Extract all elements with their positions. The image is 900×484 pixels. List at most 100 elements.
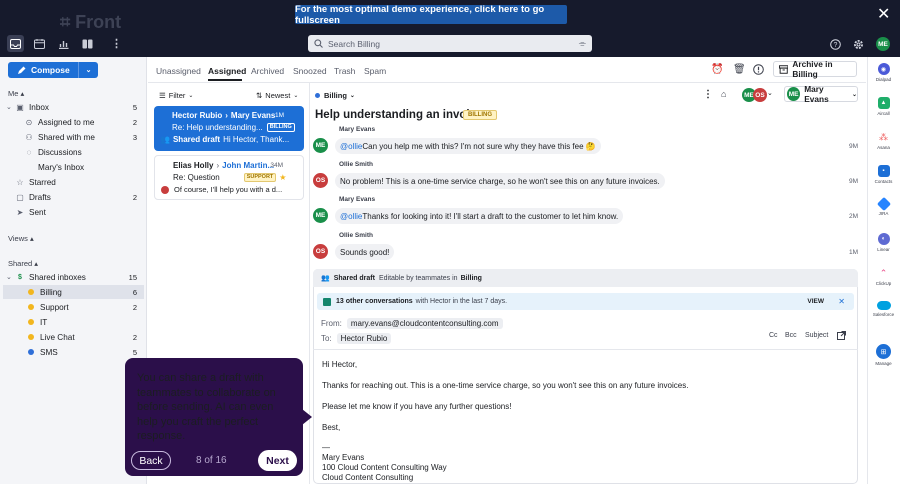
sidebar-item-drafts[interactable]: ▢ Drafts 2 — [15, 190, 147, 204]
recipient-chip[interactable]: Hector Rubio — [336, 333, 392, 344]
bcc-button[interactable]: Bcc — [785, 332, 797, 339]
conversation-card[interactable]: Elias Holly › John Martin... 34M Re: Quest… — [154, 155, 304, 200]
compose-dropdown-chevron-icon[interactable]: ⌄ — [78, 62, 98, 78]
sidebar-item-label: Assigned to me — [38, 117, 95, 127]
inbox-app-icon[interactable] — [7, 35, 24, 52]
draft-body-line[interactable]: Cloud Content Consulting — [322, 473, 413, 482]
tab-spam[interactable]: Spam — [364, 66, 386, 76]
sidebar-item-shared-with-me[interactable]: ⚇ Shared with me 3 — [24, 130, 147, 144]
tab-trash[interactable]: Trash — [334, 66, 355, 76]
snooze-clock-icon[interactable]: ⏰ — [711, 64, 723, 75]
tab-assigned[interactable]: Assigned — [208, 66, 246, 76]
participant-avatar-os[interactable]: OS — [753, 88, 767, 102]
tab-snoozed[interactable]: Snoozed — [293, 66, 327, 76]
integration-label: Linear — [877, 247, 890, 252]
draft-body-line[interactable]: Hi Hector, — [322, 360, 357, 369]
integration-contacts[interactable]: ▪ Contacts — [867, 165, 900, 184]
sidebar-inbox-support[interactable]: Support 2 — [28, 300, 147, 314]
draft-body-line[interactable]: Best, — [322, 423, 340, 432]
from-field[interactable]: From: mary.evans@cloudcontentconsulting.c… — [321, 318, 503, 329]
integration-clickup[interactable]: ⌃ ClickUp — [867, 267, 900, 286]
knowledge-base-icon[interactable] — [79, 35, 96, 52]
filter-dropdown[interactable]: ☰ Filter ⌄ — [159, 91, 193, 100]
sidebar-item-inbox[interactable]: ⌄ ▣ Inbox 5 — [6, 100, 147, 114]
me-section-header[interactable]: Me ▴ — [8, 89, 24, 98]
card-tag-badge: SUPPORT — [243, 173, 277, 182]
integration-label: Manage — [875, 361, 892, 366]
draft-body-line[interactable]: 100 Cloud Content Consulting Way — [322, 463, 447, 472]
draft-body-line[interactable]: Please let me know if you have any furth… — [322, 402, 511, 411]
sidebar-item-label: Drafts — [29, 192, 51, 202]
card-preview: Of course, I'll help you with a d... — [161, 185, 282, 194]
draft-body-line[interactable]: Thanks for reaching out. This is a one-t… — [322, 381, 688, 390]
comment-bubble: Sounds good! — [335, 244, 395, 260]
shared-section-header[interactable]: Shared ▴ — [8, 259, 38, 268]
card-subject: Re: Question SUPPORT ★ — [173, 173, 287, 182]
integration-asana[interactable]: ⁂ Asana — [867, 131, 900, 150]
sidebar-item-sent[interactable]: ➤ Sent — [15, 205, 147, 219]
cc-button[interactable]: Cc — [769, 332, 778, 339]
to-field[interactable]: To: Hector Rubio — [321, 333, 392, 344]
author-avatar: OS — [313, 244, 328, 259]
tab-archived[interactable]: Archived — [251, 66, 284, 76]
integration-label: Aircall — [877, 111, 890, 116]
assignee-dropdown[interactable]: ME Mary Evans ⌄ — [784, 84, 858, 104]
dismiss-close-icon[interactable]: ✕ — [838, 297, 845, 306]
integration-salesforce[interactable]: Salesforce — [867, 301, 900, 317]
comment-bubble: @ollie Thanks for looking into it! I'll … — [335, 208, 624, 224]
view-link[interactable]: VIEW — [807, 298, 824, 305]
sidebar-inbox-billing[interactable]: Billing 6 — [28, 285, 147, 299]
sidebar-item-shared-inboxes[interactable]: ⌄ $ Shared inboxes 15 — [6, 270, 147, 284]
integration-label: Salesforce — [872, 312, 895, 317]
help-icon[interactable]: ? — [828, 37, 842, 51]
popout-icon[interactable] — [837, 331, 846, 340]
star-icon[interactable]: ★ — [279, 173, 286, 182]
close-icon[interactable]: ✕ — [877, 7, 890, 23]
calendar-icon[interactable] — [31, 35, 48, 52]
settings-gear-icon[interactable] — [851, 37, 865, 51]
user-avatar[interactable]: ME — [876, 37, 890, 51]
fullscreen-banner[interactable]: For the most optimal demo experience, cl… — [295, 4, 567, 26]
tour-next-button[interactable]: Next — [258, 450, 297, 471]
views-section-header[interactable]: Views ▴ — [8, 234, 34, 243]
search-input[interactable]: Search Billing ⌯ — [308, 35, 592, 52]
compose-button[interactable]: Compose ⌄ — [8, 62, 98, 78]
from-address-chip[interactable]: mary.evans@cloudcontentconsulting.com — [346, 318, 503, 329]
alert-icon[interactable] — [753, 64, 764, 75]
integration-linear[interactable]: ◐ Linear — [867, 233, 900, 252]
card-participants: Elias Holly › John Martin... — [173, 161, 275, 170]
more-vertical-icon[interactable]: ⋮ — [108, 35, 125, 52]
search-filter-icon[interactable]: ⌯ — [579, 38, 586, 49]
sort-dropdown[interactable]: ⇅ Newest ⌄ — [256, 91, 298, 100]
draft-body-line[interactable]: Mary Evans — [322, 453, 364, 462]
integration-jira[interactable]: JIRA — [867, 196, 900, 216]
sidebar-item-count: 5 — [132, 102, 137, 112]
card-subject: Re: Help understanding... BILLING — [172, 123, 295, 132]
sidebar-item-label: Mary's Inbox — [38, 162, 85, 172]
sidebar-inbox-live-chat[interactable]: Live Chat 2 — [28, 330, 147, 344]
sidebar-inbox-it[interactable]: IT — [28, 315, 147, 329]
integration-dialpad[interactable]: ◉ Dialpad — [867, 63, 900, 82]
trash-icon[interactable]: 🗑 — [733, 64, 746, 75]
collapse-chevron-icon[interactable]: ⌄ — [6, 273, 15, 281]
participants-chevron-down-icon[interactable]: ⌄ — [767, 89, 773, 97]
sidebar-inbox-sms[interactable]: SMS 5 — [28, 345, 147, 359]
draft-body-line[interactable]: — — [322, 443, 330, 452]
subject-button[interactable]: Subject — [805, 332, 828, 339]
conversation-tag-badge[interactable]: BILLING — [463, 110, 497, 120]
sidebar-item-discussions[interactable]: ◌ Discussions — [24, 145, 147, 159]
integration-aircall[interactable]: ▲ Aircall — [867, 97, 900, 116]
sidebar-item-assigned-to-me[interactable]: ⊙ Assigned to me 2 — [24, 115, 147, 129]
sidebar-item-starred[interactable]: ☆ Starred — [15, 175, 147, 189]
tab-unassigned[interactable]: Unassigned — [156, 66, 201, 76]
integration-manage[interactable]: ⊞ Manage — [867, 344, 900, 366]
analytics-icon[interactable] — [55, 35, 72, 52]
collapse-chevron-icon[interactable]: ⌄ — [6, 103, 15, 111]
tour-back-button[interactable]: Back — [131, 451, 171, 470]
tag-icon[interactable]: ⌂ — [721, 89, 726, 99]
sidebar-item-marys-inbox[interactable]: Mary's Inbox — [24, 160, 147, 174]
inbox-filter-dropdown[interactable]: Billing ⌄ — [315, 91, 355, 100]
conversation-card-selected[interactable]: Hector Rubio › Mary Evans 1M Re: Help unde… — [154, 106, 304, 151]
more-vertical-icon[interactable]: ⋮ — [703, 89, 713, 100]
archive-in-billing-button[interactable]: Archive in Billing — [773, 59, 857, 79]
